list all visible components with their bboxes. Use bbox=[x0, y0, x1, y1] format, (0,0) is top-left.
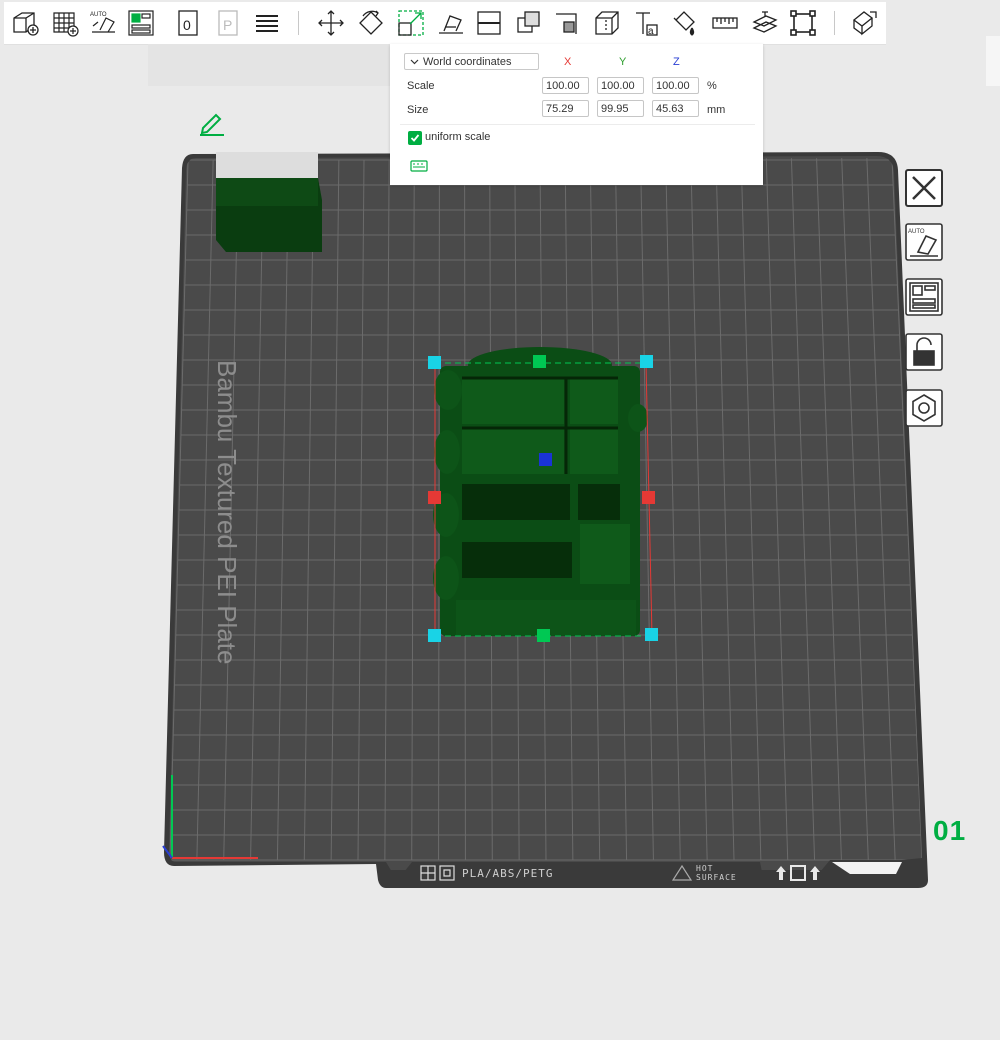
axis-z-header: Z bbox=[673, 56, 680, 68]
scale-panel: World coordinates X Y Z Scale % Size mm … bbox=[390, 44, 763, 185]
lock-icon[interactable] bbox=[902, 330, 946, 374]
y-handle-top[interactable] bbox=[533, 355, 546, 368]
plate-upload-icon bbox=[776, 865, 820, 881]
scale-unit: % bbox=[707, 80, 717, 92]
plate-tag: PLA/ABS/PETG HOT SURFACE bbox=[414, 862, 760, 884]
size-label: Size bbox=[407, 104, 429, 116]
checkmark-icon bbox=[410, 134, 420, 142]
prime-tower-top bbox=[216, 152, 318, 178]
scale-label: Scale bbox=[407, 80, 435, 92]
svg-text:AUTO: AUTO bbox=[908, 229, 925, 235]
corner-handle[interactable] bbox=[428, 356, 441, 369]
auto-orient-icon[interactable]: AUTO bbox=[902, 220, 946, 264]
uniform-scale-checkbox[interactable] bbox=[408, 131, 422, 145]
z-handle[interactable] bbox=[539, 453, 552, 466]
scale-x-input[interactable] bbox=[542, 77, 589, 94]
corner-handle[interactable] bbox=[645, 628, 658, 641]
size-x-input[interactable] bbox=[542, 100, 589, 117]
scale-y-input[interactable] bbox=[597, 77, 644, 94]
panel-divider bbox=[400, 124, 755, 125]
axis-x-header: X bbox=[564, 56, 572, 68]
selected-model[interactable] bbox=[433, 347, 648, 636]
plate-name-label: Bambu Textured PEI Plate bbox=[212, 360, 242, 665]
hot-surface-warning: HOT SURFACE bbox=[696, 864, 737, 882]
keyboard-icon[interactable] bbox=[410, 160, 428, 175]
edit-plate-icon[interactable] bbox=[198, 108, 226, 141]
size-unit: mm bbox=[707, 104, 726, 116]
scale-z-input[interactable] bbox=[652, 77, 699, 94]
plate-number: 01 bbox=[933, 815, 967, 846]
x-handle-right[interactable] bbox=[642, 491, 655, 504]
close-icon[interactable] bbox=[902, 166, 946, 210]
uniform-scale-label: uniform scale bbox=[425, 131, 491, 143]
corner-handle[interactable] bbox=[428, 629, 441, 642]
arrange-plate-icon[interactable] bbox=[902, 275, 946, 319]
chevron-down-icon bbox=[405, 59, 423, 65]
corner-handle[interactable] bbox=[640, 355, 653, 368]
filament-type: PLA/ABS/PETG bbox=[462, 867, 554, 880]
size-z-input[interactable] bbox=[652, 100, 699, 117]
x-handle-left[interactable] bbox=[428, 491, 441, 504]
coordinate-mode-label: World coordinates bbox=[423, 55, 512, 68]
coordinate-mode-select[interactable]: World coordinates bbox=[404, 53, 539, 70]
axis-y-header: Y bbox=[619, 56, 627, 68]
size-y-input[interactable] bbox=[597, 100, 644, 117]
y-handle-bottom[interactable] bbox=[537, 629, 550, 642]
settings-icon[interactable] bbox=[902, 386, 946, 430]
